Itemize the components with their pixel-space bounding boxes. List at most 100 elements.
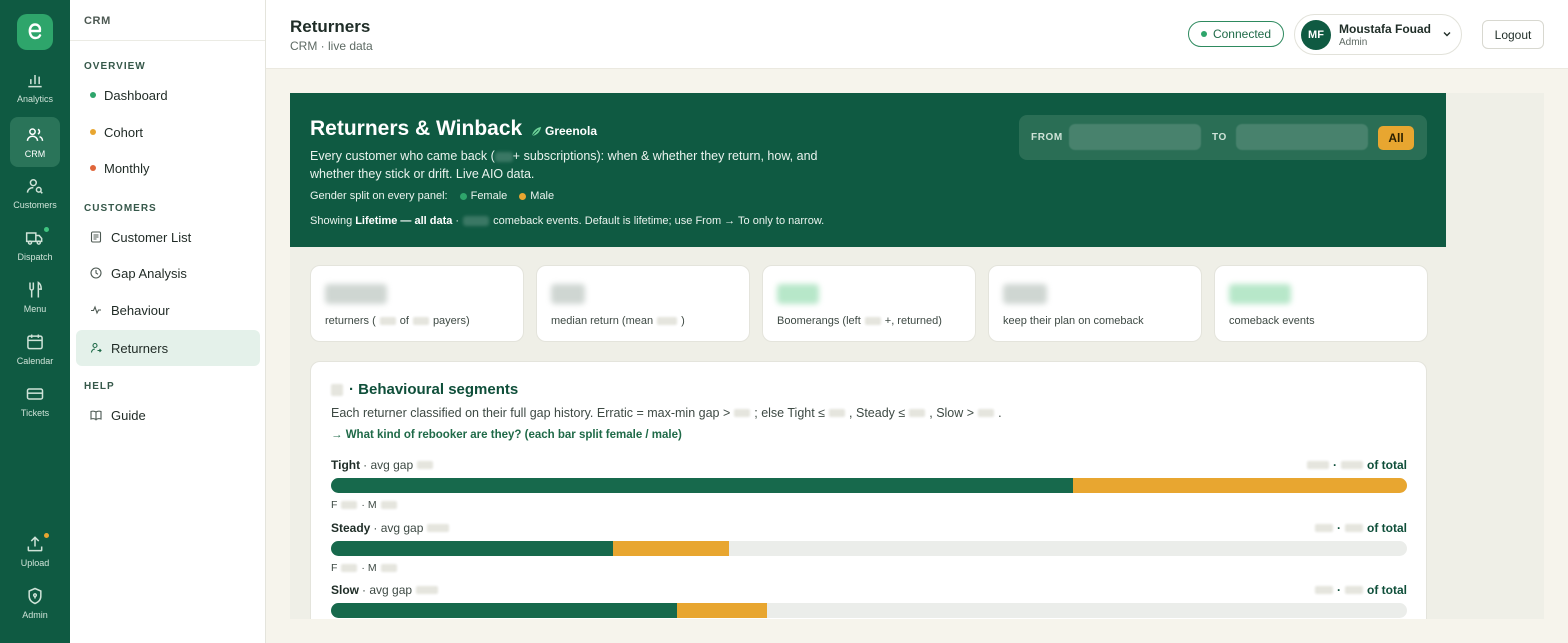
rail-tickets-label: Tickets [20, 408, 50, 418]
segment-head: Tight · avg gap [331, 458, 437, 472]
male-bar-segment [677, 603, 767, 618]
sidebar-item-returners[interactable]: Returners [76, 330, 260, 366]
redacted-value [341, 501, 358, 509]
ticket-icon [26, 388, 44, 400]
segments-desc-part: . [998, 406, 1002, 420]
female-bar-segment [331, 478, 1074, 493]
segments-desc-part: , Slow > [929, 406, 975, 420]
rail-dispatch-label: Dispatch [17, 252, 53, 262]
sidebar-item-customer-list[interactable]: Customer List [76, 219, 260, 255]
to-date-input[interactable] [1236, 124, 1368, 150]
from-label: FROM [1031, 132, 1063, 143]
page-title: Returners [290, 17, 371, 36]
segment-gender-breakdown: F · M [331, 562, 401, 574]
user-role: Admin [1339, 37, 1368, 48]
rail-dispatch[interactable]: Dispatch [10, 220, 60, 270]
kpi-value [551, 284, 585, 304]
monthly-dot-icon [90, 165, 96, 171]
rail-analytics[interactable]: Analytics [10, 62, 60, 112]
section-overview: OVERVIEW [84, 61, 146, 72]
behavioural-segments-card: · Behavioural segments Each returner cla… [310, 361, 1427, 619]
kpi-label-part: +, returned) [884, 315, 942, 327]
rail-calendar[interactable]: Calendar [10, 324, 60, 374]
chevron-down-icon [1443, 32, 1451, 37]
user-menu[interactable]: MF Moustafa Fouad Admin [1294, 14, 1462, 55]
user-name: Moustafa Fouad [1339, 22, 1431, 36]
kpi-label: Boomerangs (left +, returned) [777, 315, 942, 327]
kpi-card-returners: returners (of payers) [310, 265, 524, 342]
m-label: · M [361, 562, 377, 574]
male-dot-icon [519, 192, 527, 200]
kpi-card-boomerangs: Boomerangs (left +, returned) [762, 265, 976, 342]
section-customers: CUSTOMERS [84, 203, 157, 214]
redacted-value [331, 383, 343, 396]
sidebar-item-cohort[interactable]: Cohort [76, 114, 260, 150]
kpi-label-part: ) [681, 315, 685, 327]
redacted-value [341, 564, 358, 572]
rail-upload[interactable]: Upload [10, 526, 60, 576]
segment-gender-breakdown: F · M [331, 499, 401, 511]
rail-admin[interactable]: Admin [10, 578, 60, 628]
redacted-value [1345, 586, 1363, 594]
kpi-label-part: payers) [432, 315, 470, 327]
date-range-filter: FROM TO All [1019, 115, 1427, 160]
hero-title: Returners & Winback [310, 117, 523, 140]
hero-banner: Returners & Winback Greenola Every custo… [290, 93, 1446, 247]
female-bar-segment [331, 541, 613, 556]
users-icon [26, 128, 44, 141]
kpi-label-part: median return (mean [551, 315, 654, 327]
kpi-label: returners (of payers) [325, 315, 470, 327]
sidebar-item-dashboard[interactable]: Dashboard [76, 77, 260, 113]
rail-analytics-label: Analytics [16, 94, 53, 104]
logout-button[interactable]: Logout [1482, 20, 1544, 49]
brand-name: Greenola [545, 124, 598, 138]
redacted-value [380, 564, 397, 572]
rail-menu[interactable]: Menu [10, 272, 60, 322]
upload-notification-dot [44, 533, 49, 538]
app-logo-icon[interactable] [17, 14, 53, 50]
segments-description: Each returner classified on their full g… [331, 406, 1002, 420]
rebooker-link[interactable]: → What kind of rebooker are they? (each … [331, 429, 682, 441]
sidebar-item-label: Behaviour [111, 302, 170, 318]
segments-desc-part: , Steady ≤ [849, 406, 906, 420]
avg-gap-label: · avg gap [373, 521, 424, 535]
rail-calendar-label: Calendar [16, 356, 54, 366]
kpi-card-comeback-events: comeback events [1214, 265, 1428, 342]
sidebar-item-gap-analysis[interactable]: Gap Analysis [76, 255, 260, 291]
redacted-value [909, 409, 926, 417]
male-bar-segment [612, 541, 730, 556]
segment-name: Steady [331, 521, 371, 535]
status-badge: Connected [1188, 21, 1284, 47]
kpi-value [1003, 284, 1047, 304]
user-search-icon [26, 179, 43, 194]
sidebar-item-behaviour[interactable]: Behaviour [76, 292, 260, 328]
hero-description: Every customer who came back (+ subscrip… [310, 147, 840, 183]
calendar-icon [27, 334, 43, 350]
sidebar-item-monthly[interactable]: Monthly [76, 150, 260, 186]
from-date-input[interactable] [1069, 124, 1201, 150]
rail-customers[interactable]: Customers [10, 168, 60, 218]
sidebar-item-label: Customer List [111, 229, 192, 245]
dashboard-dot-icon [90, 92, 96, 98]
main-content: Returners & Winback Greenola Every custo… [290, 93, 1544, 619]
redacted-value [1315, 524, 1333, 532]
segment-bar [331, 541, 1407, 556]
upload-icon [27, 536, 43, 552]
female-label: Female [470, 190, 508, 202]
status-dot-icon [1200, 31, 1207, 37]
avg-gap-label: · avg gap [362, 583, 413, 597]
sidebar-item-guide[interactable]: Guide [76, 397, 260, 433]
rail-crm[interactable]: CRM [10, 117, 60, 167]
redacted-value [734, 409, 751, 417]
rail-admin-label: Admin [22, 610, 48, 620]
segment-head: Steady · avg gap [331, 521, 453, 535]
m-label: · M [361, 499, 377, 511]
rail-tickets[interactable]: Tickets [10, 376, 60, 426]
all-button[interactable]: All [1378, 126, 1414, 150]
user-return-icon [90, 342, 102, 354]
kpi-label: median return (mean) [551, 315, 685, 327]
redacted-value [1341, 461, 1363, 469]
sidebar-item-label: Returners [111, 340, 169, 356]
segment-bar [331, 603, 1407, 618]
segment-bar [331, 478, 1407, 493]
